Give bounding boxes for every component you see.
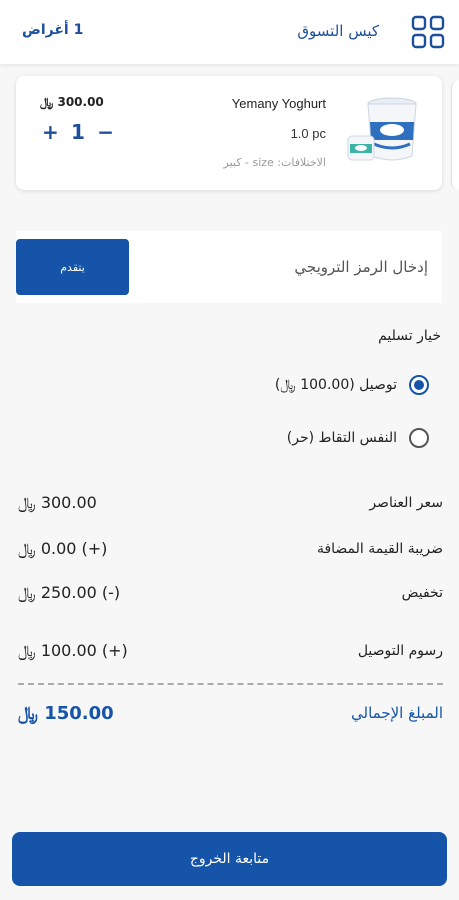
grid-menu-icon[interactable] — [411, 15, 445, 49]
discount-value: (-) 250.00 ﷼ — [18, 583, 121, 602]
total-value: 150.00 ﷼ — [18, 702, 114, 724]
decrease-quantity-button[interactable]: − — [97, 120, 114, 144]
radio-unselected-icon[interactable] — [409, 428, 429, 448]
discount-label: تخفيض — [401, 585, 443, 601]
discount-row: (-) 250.00 ﷼ تخفيض — [18, 579, 443, 607]
checkout-button[interactable]: متابعة الخروج — [12, 832, 447, 886]
pickup-option-label: النفس التقاط (حر) — [286, 430, 397, 446]
scroll-edge-indicator — [451, 80, 459, 190]
total-label: المبلغ الإجمالي — [351, 704, 443, 722]
apply-coupon-button[interactable]: يتقدم — [16, 239, 129, 295]
delivery-option-pickup[interactable]: النفس التقاط (حر) — [287, 426, 429, 450]
delivery-option-title: خيار تسليم — [378, 328, 441, 344]
quantity-value: 1 — [71, 120, 85, 144]
yogurt-cup-image — [347, 97, 417, 161]
vat-label: ضريبة القيمة المضافة — [316, 541, 443, 557]
delivery-fee-label: رسوم التوصيل — [357, 643, 443, 659]
items-count: 1 أغراض — [22, 22, 84, 38]
delivery-fee-row: (+) 100.00 ﷼ رسوم التوصيل — [18, 637, 443, 665]
items-price-row: 300.00 ﷼ سعر العناصر — [18, 489, 443, 517]
product-variation: الاختلافات: size - كبير — [223, 156, 326, 169]
items-price-value: 300.00 ﷼ — [18, 493, 97, 512]
coupon-section: يتقدم — [16, 231, 442, 303]
product-price: 300.00 ﷼ — [40, 95, 104, 109]
summary-divider — [18, 683, 443, 685]
total-row: 150.00 ﷼ المبلغ الإجمالي — [18, 699, 443, 727]
delivery-option-label: توصيل (100.00 ﷼) — [274, 377, 397, 393]
vat-row: (+) 0.00 ﷼ ضريبة القيمة المضافة — [18, 535, 443, 563]
radio-selected-icon[interactable] — [409, 375, 429, 395]
product-quantity-unit: 1.0 pc — [290, 126, 326, 141]
promo-code-input[interactable] — [130, 231, 442, 303]
items-price-label: سعر العناصر — [369, 495, 443, 511]
quantity-stepper: + 1 − — [42, 120, 114, 144]
delivery-option-home[interactable]: توصيل (100.00 ﷼) — [275, 373, 429, 397]
cart-item-card[interactable]: Yemany Yoghurt 1.0 pc الاختلافات: size -… — [16, 76, 442, 190]
vat-value: (+) 0.00 ﷼ — [18, 539, 108, 558]
page-title: كيس التسوق — [297, 22, 379, 40]
delivery-fee-value: (+) 100.00 ﷼ — [18, 641, 128, 660]
increase-quantity-button[interactable]: + — [42, 120, 59, 144]
product-name: Yemany Yoghurt — [231, 96, 326, 111]
app-header: كيس التسوق 1 أغراض — [0, 0, 459, 64]
